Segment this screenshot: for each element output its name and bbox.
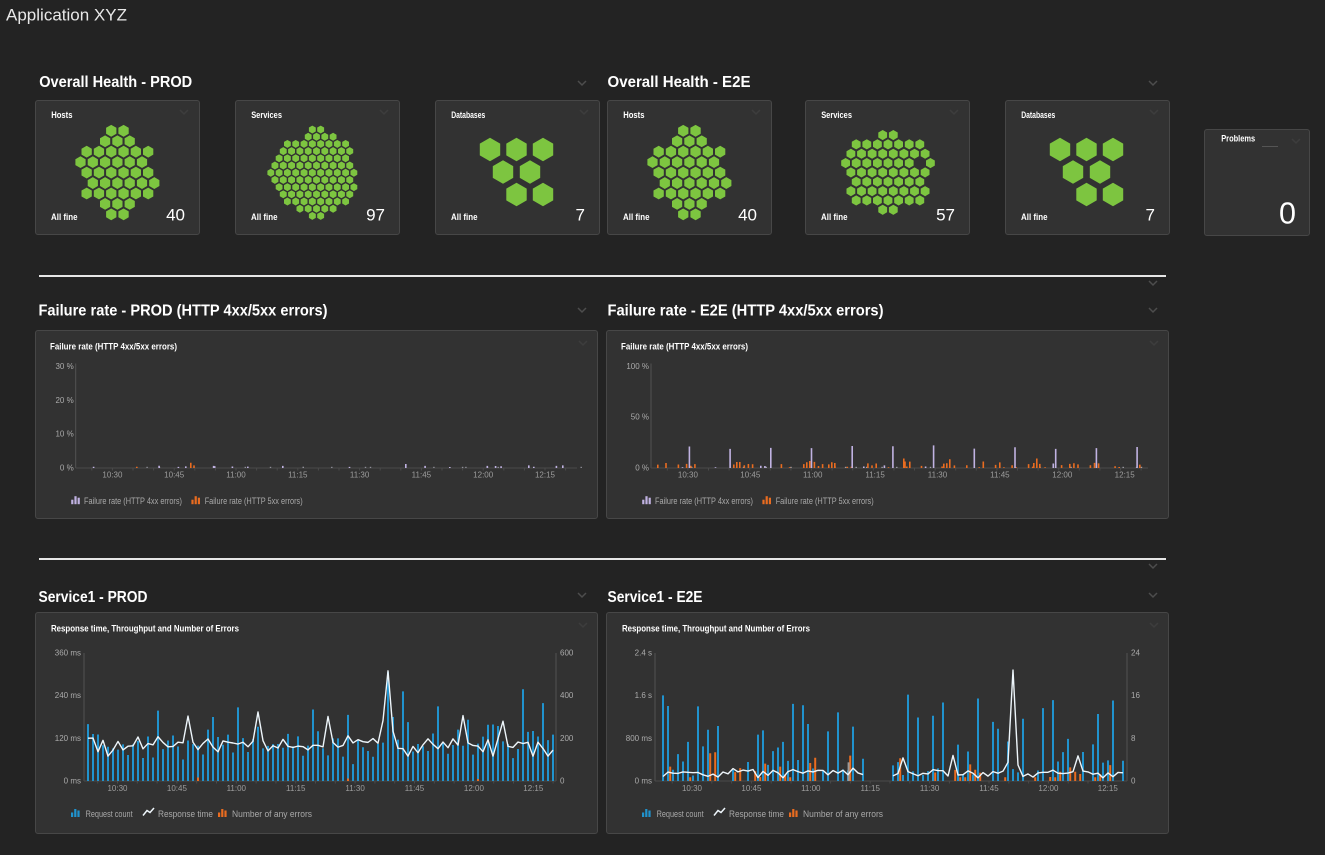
svg-text:11:30: 11:30 [350, 471, 370, 480]
svg-text:Response time, Throughput and: Response time, Throughput and Number of … [622, 624, 810, 635]
svg-text:10:30: 10:30 [102, 471, 123, 480]
svg-text:0 ms: 0 ms [64, 777, 81, 786]
svg-text:12:15: 12:15 [523, 784, 544, 793]
svg-text:10:30: 10:30 [678, 471, 699, 480]
svg-text:Databases: Databases [1021, 110, 1055, 120]
svg-text:0 ms: 0 ms [635, 777, 652, 786]
svg-text:All fine: All fine [1021, 212, 1048, 222]
svg-text:40: 40 [738, 206, 757, 225]
svg-text:All fine: All fine [251, 212, 278, 222]
svg-text:Failure rate (HTTP 5xx errors): Failure rate (HTTP 5xx errors) [205, 496, 303, 506]
svg-text:Hosts: Hosts [623, 110, 644, 120]
svg-text:11:00: 11:00 [227, 784, 247, 793]
svg-text:Services: Services [251, 110, 282, 120]
svg-text:10 %: 10 % [55, 430, 73, 439]
svg-text:12:15: 12:15 [535, 471, 556, 480]
svg-text:7: 7 [576, 206, 585, 225]
svg-text:20 %: 20 % [55, 396, 73, 405]
svg-text:200: 200 [560, 734, 574, 743]
svg-text:24: 24 [1131, 649, 1140, 658]
svg-text:12:15: 12:15 [1115, 471, 1136, 480]
svg-text:0: 0 [1131, 777, 1136, 786]
svg-text:All fine: All fine [623, 212, 650, 222]
svg-text:Number of any errors: Number of any errors [232, 809, 312, 819]
svg-text:30 %: 30 % [55, 362, 73, 371]
svg-text:11:15: 11:15 [286, 784, 306, 793]
svg-text:0 %: 0 % [60, 463, 74, 472]
svg-text:11:30: 11:30 [345, 784, 365, 793]
svg-text:Failure rate (HTTP 4xx/5xx err: Failure rate (HTTP 4xx/5xx errors) [621, 342, 748, 353]
svg-text:Request count: Request count [657, 809, 704, 819]
svg-text:360 ms: 360 ms [55, 649, 81, 658]
svg-text:12:00: 12:00 [464, 784, 485, 793]
svg-text:Databases: Databases [451, 110, 485, 120]
svg-text:Problems: Problems [1221, 134, 1255, 144]
svg-text:Failure rate (HTTP 4xx/5xx err: Failure rate (HTTP 4xx/5xx errors) [50, 342, 177, 353]
svg-text:11:15: 11:15 [288, 471, 308, 480]
svg-text:800 ms: 800 ms [626, 734, 652, 743]
svg-text:Number of any errors: Number of any errors [803, 809, 883, 819]
svg-text:11:15: 11:15 [860, 784, 880, 793]
svg-text:11:45: 11:45 [405, 784, 425, 793]
svg-text:7: 7 [1146, 206, 1155, 225]
svg-text:12:00: 12:00 [1052, 471, 1073, 480]
svg-text:11:45: 11:45 [990, 471, 1010, 480]
svg-text:100 %: 100 % [626, 362, 649, 371]
svg-text:All fine: All fine [821, 212, 848, 222]
svg-text:12:00: 12:00 [473, 471, 494, 480]
svg-text:11:00: 11:00 [226, 471, 246, 480]
svg-text:Application XYZ: Application XYZ [6, 7, 127, 25]
svg-text:0: 0 [560, 777, 565, 786]
svg-text:11:15: 11:15 [865, 471, 885, 480]
svg-text:11:00: 11:00 [803, 471, 823, 480]
svg-text:Failure rate - PROD (HTTP 4xx/: Failure rate - PROD (HTTP 4xx/5xx errors… [39, 303, 328, 320]
svg-text:57: 57 [936, 206, 955, 225]
svg-text:0: 0 [1279, 197, 1296, 231]
svg-text:Request count: Request count [86, 809, 133, 819]
svg-text:Response time: Response time [729, 809, 784, 819]
svg-text:Failure rate (HTTP 5xx errors): Failure rate (HTTP 5xx errors) [776, 496, 874, 506]
svg-text:Service1 - E2E: Service1 - E2E [608, 589, 703, 606]
svg-text:0 %: 0 % [635, 463, 649, 472]
svg-text:11:45: 11:45 [412, 471, 432, 480]
svg-text:50 %: 50 % [631, 413, 649, 422]
svg-text:16: 16 [1131, 691, 1140, 700]
svg-text:10:45: 10:45 [167, 784, 188, 793]
svg-text:120 ms: 120 ms [55, 734, 81, 743]
svg-text:Failure rate - E2E (HTTP 4xx/5: Failure rate - E2E (HTTP 4xx/5xx errors) [608, 303, 884, 320]
svg-text:11:45: 11:45 [979, 784, 999, 793]
svg-text:Failure rate (HTTP 4xx errors): Failure rate (HTTP 4xx errors) [655, 496, 753, 506]
svg-text:400: 400 [560, 691, 574, 700]
svg-text:8: 8 [1131, 734, 1136, 743]
svg-text:40: 40 [166, 206, 185, 225]
svg-text:11:30: 11:30 [928, 471, 948, 480]
svg-text:97: 97 [366, 206, 385, 225]
svg-text:Failure rate (HTTP 4xx errors): Failure rate (HTTP 4xx errors) [84, 496, 182, 506]
svg-text:10:45: 10:45 [164, 471, 185, 480]
svg-text:1.6 s: 1.6 s [635, 691, 652, 700]
svg-text:All fine: All fine [451, 212, 478, 222]
svg-text:12:00: 12:00 [1038, 784, 1059, 793]
svg-text:10:30: 10:30 [682, 784, 703, 793]
svg-text:11:30: 11:30 [920, 784, 940, 793]
svg-text:10:45: 10:45 [740, 471, 761, 480]
svg-text:Overall Health - E2E: Overall Health - E2E [608, 74, 751, 91]
svg-text:All fine: All fine [51, 212, 78, 222]
svg-text:Response time: Response time [158, 809, 213, 819]
svg-text:11:00: 11:00 [801, 784, 821, 793]
svg-text:Services: Services [821, 110, 852, 120]
svg-text:10:30: 10:30 [107, 784, 128, 793]
svg-text:Service1 - PROD: Service1 - PROD [39, 589, 148, 606]
svg-text:10:45: 10:45 [741, 784, 762, 793]
svg-text:600: 600 [560, 649, 574, 658]
svg-text:Response time, Throughput and: Response time, Throughput and Number of … [51, 624, 239, 635]
svg-text:240 ms: 240 ms [55, 691, 81, 700]
svg-text:Hosts: Hosts [51, 110, 72, 120]
svg-text:Overall Health - PROD: Overall Health - PROD [39, 74, 192, 91]
svg-text:12:15: 12:15 [1098, 784, 1119, 793]
svg-text:2.4 s: 2.4 s [635, 649, 652, 658]
